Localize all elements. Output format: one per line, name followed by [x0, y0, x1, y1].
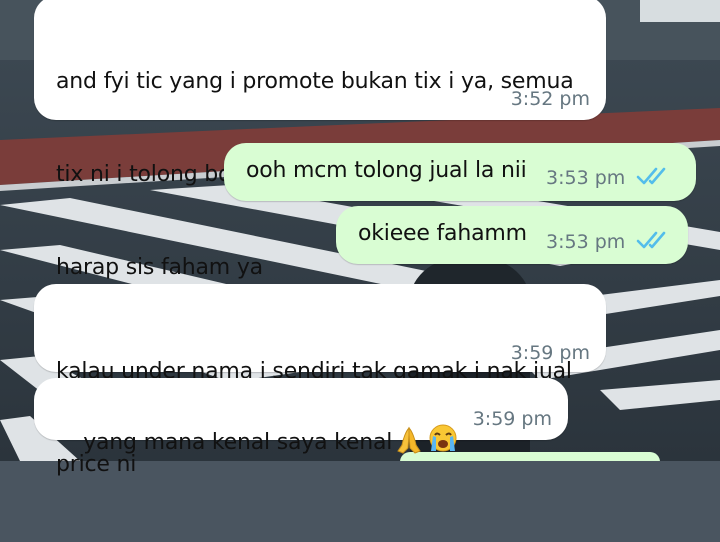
message-bubble-incoming[interactable]: kalau under nama i sendiri tak gamak i n…	[34, 284, 606, 477]
message-bubble-incoming[interactable]: yang mana kenal saya kenal 3:59 pm	[34, 378, 568, 455]
message-timestamp: 3:52 pm	[510, 88, 590, 110]
loudly-crying-face-emoji	[429, 424, 457, 452]
message-timestamp: 3:53 pm	[546, 231, 626, 253]
double-check-read-icon	[636, 231, 666, 249]
folded-hands-emoji	[397, 426, 421, 454]
message-timestamp: 3:59 pm	[510, 342, 590, 364]
double-check-read-icon	[636, 167, 666, 185]
message-bubble-outgoing[interactable]: ooh mcm tolong jual la nii 3:53 pm	[224, 143, 696, 201]
message-text: yang mana kenal saya kenal	[56, 392, 460, 489]
message-text: ooh mcm tolong jual la nii	[246, 158, 527, 183]
message-timestamp: 3:59 pm	[472, 408, 552, 430]
message-bubble-incoming[interactable]: and fyi tic yang i promote bukan tix i y…	[34, 0, 606, 280]
message-timestamp: 3:53 pm	[546, 167, 626, 189]
message-bubble-outgoing[interactable]: okieee fahamm 3:53 pm	[336, 206, 688, 264]
message-text: okieee fahamm	[358, 221, 527, 246]
